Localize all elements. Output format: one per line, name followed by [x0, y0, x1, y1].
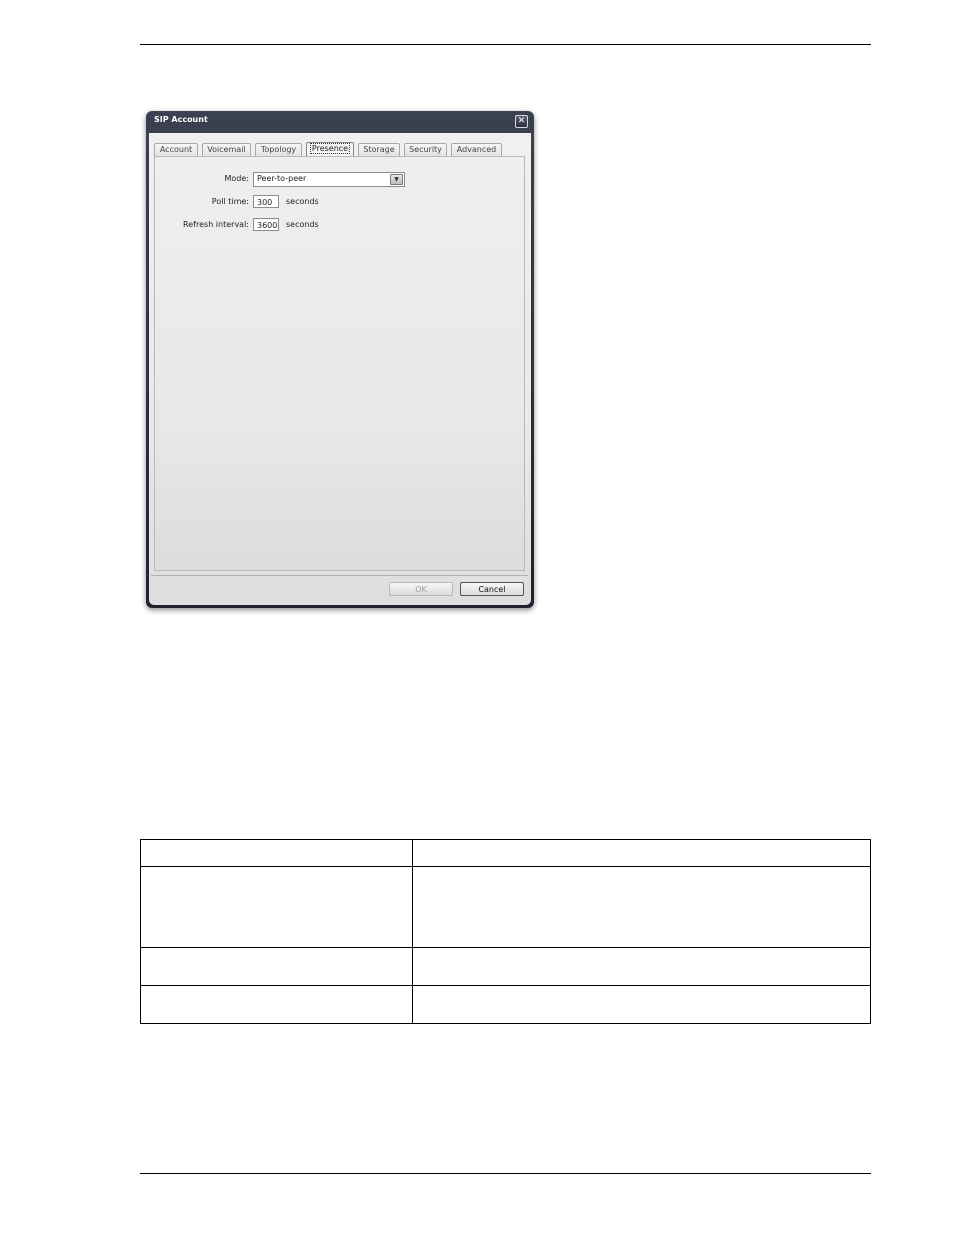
table-header-row: [140, 839, 871, 867]
table-cell: [412, 866, 871, 948]
settings-table: [140, 839, 871, 1024]
tab-storage[interactable]: Storage: [358, 143, 400, 156]
refresh-interval-label: Refresh interval:: [183, 220, 249, 229]
table-cell: [140, 947, 413, 986]
tab-security[interactable]: Security: [404, 143, 447, 156]
table-cell: [412, 985, 871, 1024]
refresh-interval-input[interactable]: 3600: [253, 218, 279, 231]
tab-topology[interactable]: Topology: [255, 143, 302, 156]
poll-time-input[interactable]: 300: [253, 195, 279, 208]
dialog-title: SIP Account: [154, 115, 208, 124]
table-cell: [412, 947, 871, 986]
dialog-titlebar[interactable]: SIP Account ✕: [146, 111, 534, 131]
poll-time-label: Poll time:: [211, 197, 249, 206]
table-cell: [140, 866, 413, 948]
tab-account[interactable]: Account: [154, 143, 198, 156]
cancel-button[interactable]: Cancel: [460, 582, 524, 596]
ok-button[interactable]: OK: [389, 582, 453, 596]
sip-account-dialog: SIP Account ✕ Account Voicemail Topology…: [146, 111, 534, 608]
table-row: [140, 866, 871, 948]
dialog-body: Account Voicemail Topology Presence Stor…: [149, 133, 531, 605]
close-button[interactable]: ✕: [515, 115, 528, 128]
presence-panel: Mode: Peer-to-peer ▼ Poll time: 300 seco…: [154, 156, 525, 571]
button-separator: [151, 575, 528, 576]
tab-advanced[interactable]: Advanced: [451, 143, 502, 156]
poll-time-unit: seconds: [286, 197, 319, 206]
tab-voicemail[interactable]: Voicemail: [202, 143, 251, 156]
table-cell: [140, 985, 413, 1024]
mode-value: Peer-to-peer: [257, 174, 307, 183]
tab-presence[interactable]: Presence: [306, 142, 354, 156]
table-row: [140, 947, 871, 986]
table-cell: [412, 839, 871, 867]
footer-rule: [140, 1173, 871, 1174]
refresh-interval-unit: seconds: [286, 220, 319, 229]
chevron-down-icon[interactable]: ▼: [390, 174, 403, 185]
mode-select[interactable]: Peer-to-peer ▼: [253, 172, 405, 187]
header-rule: [140, 44, 871, 45]
mode-label: Mode:: [224, 174, 250, 183]
close-icon: ✕: [517, 116, 526, 126]
table-cell: [140, 839, 413, 867]
table-row: [140, 985, 871, 1024]
